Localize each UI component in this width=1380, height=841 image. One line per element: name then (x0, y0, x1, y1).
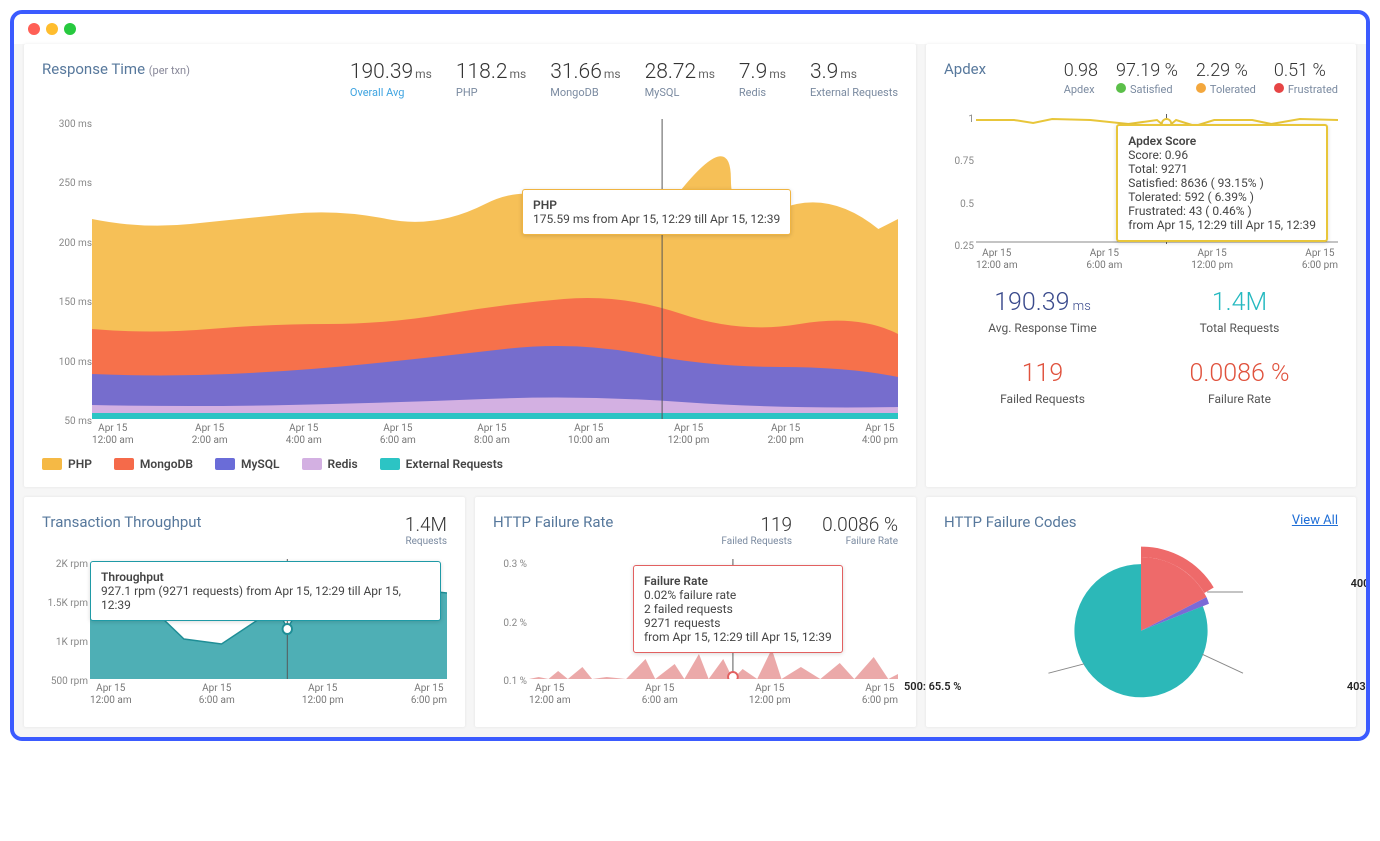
response-time-chart[interactable]: 50 ms100 ms150 ms200 ms250 ms300 ms Apr … (42, 119, 898, 447)
window-max-icon[interactable] (64, 23, 76, 35)
apdex-metric: 97.19 %Satisfied (1116, 60, 1178, 96)
throughput-panel: Transaction Throughput 1.4MRequests 500 … (24, 497, 465, 727)
legend-item[interactable]: PHP (42, 457, 92, 471)
window-min-icon[interactable] (46, 23, 58, 35)
pie-label-400: 400: 32.8 % (1351, 577, 1370, 590)
rt-metric: 118.2msPHP (456, 60, 526, 99)
apdex-metric: 0.51 %Frustrated (1274, 60, 1338, 96)
throughput-tooltip: Throughput 927.1 rpm (9271 requests) fro… (90, 561, 441, 621)
rt-metric: 3.9msExternal Requests (810, 60, 898, 99)
apdex-stat: 0.0086 %Failure Rate (1141, 359, 1338, 406)
response-time-title: Response Time (per txn) (42, 60, 190, 78)
apdex-stat: 190.39 msAvg. Response Time (944, 288, 1141, 335)
failure-rate-tooltip: Failure Rate 0.02% failure rate2 failed … (633, 565, 843, 653)
rt-metric: 31.66msMongoDB (550, 60, 620, 99)
pie-label-500: 500: 65.5 % (904, 680, 961, 693)
pie-label-403: 403: 1.7 % (1347, 680, 1370, 693)
failure-rate-chart[interactable]: 0.1 %0.2 %0.3 % Apr 1512:00 amApr 156:00… (493, 559, 898, 707)
legend-item[interactable]: MySQL (215, 457, 280, 471)
rt-metric: 190.39msOverall Avg (350, 60, 432, 99)
failure-codes-title: HTTP Failure Codes (944, 513, 1077, 531)
apdex-chart[interactable]: 0.250.50.751 Apr 1512:00 amApr 156:00 am… (944, 114, 1338, 272)
apdex-panel: Apdex 0.98Apdex 97.19 %Satisfied 2.29 %Tol… (926, 44, 1356, 487)
apdex-title: Apdex (944, 60, 986, 78)
failure-rate-panel: HTTP Failure Rate 119Failed Requests0.00… (475, 497, 916, 727)
apdex-metric: 0.98Apdex (1064, 60, 1098, 96)
window-close-icon[interactable] (28, 23, 40, 35)
failure-rate-title: HTTP Failure Rate (493, 513, 613, 531)
response-time-legend: PHP MongoDB MySQL Redis External Requests (42, 457, 898, 471)
legend-item[interactable]: External Requests (380, 457, 503, 471)
apdex-stat: 119Failed Requests (944, 359, 1141, 406)
throughput-chart[interactable]: 500 rpm1K rpm1.5K rpm2K rpm Apr 1512:00 … (42, 559, 447, 707)
throughput-title: Transaction Throughput (42, 513, 201, 531)
legend-item[interactable]: Redis (302, 457, 358, 471)
window-titlebar (14, 14, 1366, 44)
apdex-metric: 2.29 %Tolerated (1196, 60, 1256, 96)
failure-codes-pie[interactable]: 400: 32.8 % 403: 1.7 % 500: 65.5 % (944, 541, 1338, 711)
rt-metric: 7.9msRedis (739, 60, 786, 99)
view-all-link[interactable]: View All (1292, 513, 1338, 528)
legend-item[interactable]: MongoDB (114, 457, 193, 471)
failure-codes-panel: HTTP Failure Codes View All 400: 3 (926, 497, 1356, 727)
apdex-tooltip: Apdex Score Score: 0.96Total: 9271Satisf… (1116, 124, 1328, 242)
apdex-stat: 1.4MTotal Requests (1141, 288, 1338, 335)
response-time-tooltip: PHP 175.59 ms from Apr 15, 12:29 till Ap… (522, 189, 791, 235)
response-time-panel: Response Time (per txn) 190.39msOverall … (24, 44, 916, 487)
rt-metric: 28.72msMySQL (645, 60, 715, 99)
